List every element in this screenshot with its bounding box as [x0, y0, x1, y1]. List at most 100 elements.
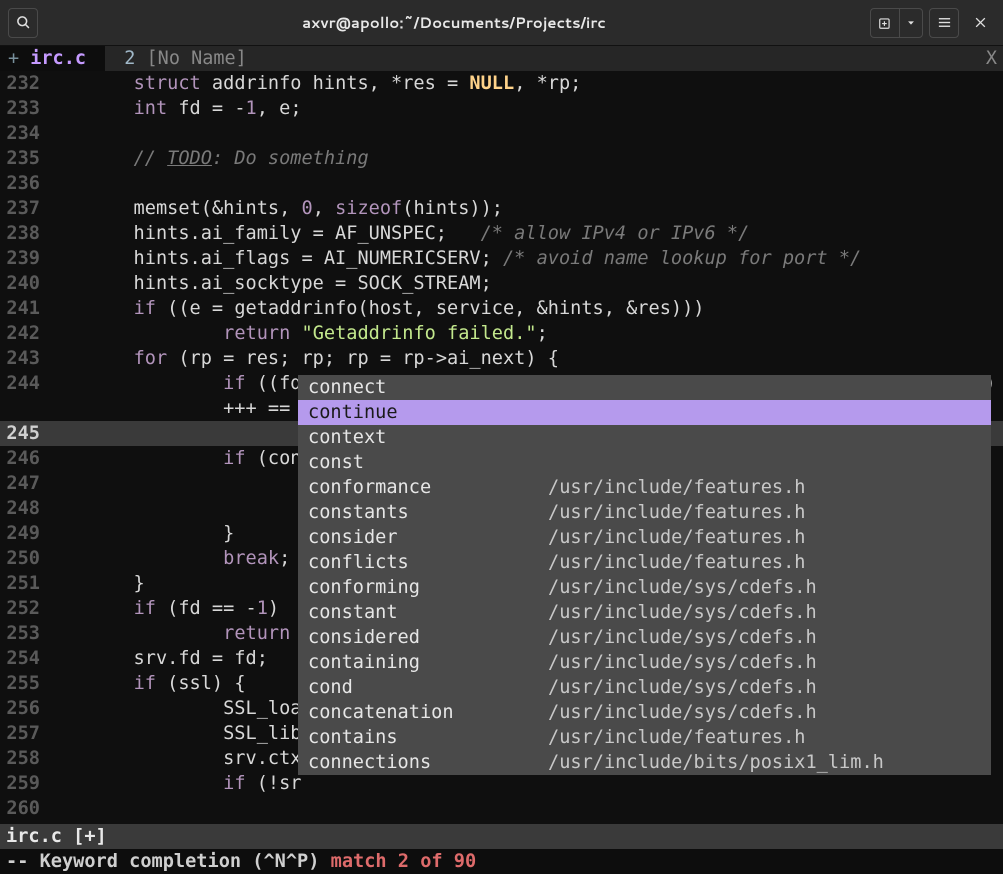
completion-item[interactable]: conformance/usr/include/features.h: [298, 475, 991, 500]
completion-item[interactable]: connections/usr/include/bits/posix1_lim.…: [298, 750, 991, 775]
new-tab-dropdown[interactable]: [899, 8, 923, 38]
menu-button[interactable]: [929, 8, 959, 38]
completion-item[interactable]: constants/usr/include/features.h: [298, 500, 991, 525]
command-line: -- Keyword completion (^N^P) match 2 of …: [0, 849, 1003, 874]
completion-item[interactable]: constant/usr/include/sys/cdefs.h: [298, 600, 991, 625]
code-text: [44, 796, 1003, 821]
completion-word: context: [308, 425, 548, 450]
completion-word: connections: [308, 750, 548, 775]
line-number: 253: [0, 621, 44, 646]
cmdline-mode: -- Keyword completion (^N^P): [6, 851, 331, 872]
line-number: 234: [0, 121, 44, 146]
completion-word: constant: [308, 600, 548, 625]
line-number: [0, 396, 44, 421]
completion-item[interactable]: continue: [298, 400, 991, 425]
line-number: 242: [0, 321, 44, 346]
line-number: 244: [0, 371, 44, 396]
code-text: struct addrinfo hints, *res = NULL, *rp;: [44, 71, 1003, 96]
search-icon: [16, 15, 31, 30]
completion-word: constants: [308, 500, 548, 525]
completion-file: /usr/include/features.h: [548, 725, 805, 750]
code-line: 242 return "Getaddrinfo failed.";: [0, 321, 1003, 346]
tab-active[interactable]: + irc.c: [0, 46, 105, 71]
code-line: 240 hints.ai_socktype = SOCK_STREAM;: [0, 271, 1003, 296]
tab-inactive-name: [No Name]: [147, 48, 247, 69]
completion-item[interactable]: considered/usr/include/sys/cdefs.h: [298, 625, 991, 650]
completion-word: contains: [308, 725, 548, 750]
close-icon: [974, 16, 987, 29]
code-line: 243 for (rp = res; rp; rp = rp->ai_next)…: [0, 346, 1003, 371]
line-number: 257: [0, 721, 44, 746]
code-line: 232 struct addrinfo hints, *res = NULL, …: [0, 71, 1003, 96]
code-line: 238 hints.ai_family = AF_UNSPEC; /* allo…: [0, 221, 1003, 246]
code-line: 239 hints.ai_flags = AI_NUMERICSERV; /* …: [0, 246, 1003, 271]
completion-item[interactable]: cond/usr/include/sys/cdefs.h: [298, 675, 991, 700]
new-tab-button[interactable]: [870, 8, 900, 38]
tab-active-name: irc.c: [30, 48, 86, 69]
line-number: 241: [0, 296, 44, 321]
code-text: // TODO: Do something: [44, 146, 1003, 171]
completion-item[interactable]: contains/usr/include/features.h: [298, 725, 991, 750]
new-tab-split: [870, 8, 923, 38]
code-line: 236: [0, 171, 1003, 196]
window-title: axvr@apollo:~/Documents/Projects/irc: [46, 12, 862, 33]
completion-item[interactable]: conforming/usr/include/sys/cdefs.h: [298, 575, 991, 600]
search-button[interactable]: [8, 8, 38, 38]
tabline-close[interactable]: X: [986, 46, 1003, 71]
completion-word: consider: [308, 525, 548, 550]
completion-word: concatenation: [308, 700, 548, 725]
completion-item[interactable]: concatenation/usr/include/sys/cdefs.h: [298, 700, 991, 725]
code-text: hints.ai_family = AF_UNSPEC; /* allow IP…: [44, 221, 1003, 246]
completion-word: cond: [308, 675, 548, 700]
code-text: for (rp = res; rp; rp = rp->ai_next) {: [44, 346, 1003, 371]
completion-word: containing: [308, 650, 548, 675]
completion-file: /usr/include/sys/cdefs.h: [548, 700, 817, 725]
completion-file: /usr/include/features.h: [548, 500, 805, 525]
tab-modified-marker: +: [8, 48, 19, 69]
code-text: if ((e = getaddrinfo(host, service, &hin…: [44, 296, 1003, 321]
code-line: 237 memset(&hints, 0, sizeof(hints));: [0, 196, 1003, 221]
completion-file: /usr/include/sys/cdefs.h: [548, 650, 817, 675]
line-number: 252: [0, 596, 44, 621]
line-number: 248: [0, 496, 44, 521]
code-line: 260: [0, 796, 1003, 821]
line-number: 259: [0, 771, 44, 796]
line-number: 243: [0, 346, 44, 371]
line-number: 251: [0, 571, 44, 596]
line-number: 246: [0, 446, 44, 471]
code-line: 233 int fd = -1, e;: [0, 96, 1003, 121]
chevron-down-icon: [906, 18, 916, 28]
code-line: 235 // TODO: Do something: [0, 146, 1003, 171]
line-number: 250: [0, 546, 44, 571]
vim-tabline: + irc.c 2 [No Name] X: [0, 46, 1003, 71]
completion-file: /usr/include/sys/cdefs.h: [548, 675, 817, 700]
line-number: 256: [0, 696, 44, 721]
line-number: 236: [0, 171, 44, 196]
close-button[interactable]: [965, 8, 995, 38]
completion-item[interactable]: connect: [298, 375, 991, 400]
completion-item[interactable]: consider/usr/include/features.h: [298, 525, 991, 550]
completion-file: /usr/include/sys/cdefs.h: [548, 600, 817, 625]
line-number: 260: [0, 796, 44, 821]
line-number: 240: [0, 271, 44, 296]
code-text: [44, 121, 1003, 146]
line-number: 238: [0, 221, 44, 246]
code-text: return "Getaddrinfo failed.";: [44, 321, 1003, 346]
completion-word: continue: [308, 400, 548, 425]
code-line: 234: [0, 121, 1003, 146]
completion-item[interactable]: conflicts/usr/include/features.h: [298, 550, 991, 575]
completion-item[interactable]: containing/usr/include/sys/cdefs.h: [298, 650, 991, 675]
line-number: 249: [0, 521, 44, 546]
code-text: hints.ai_flags = AI_NUMERICSERV; /* avoi…: [44, 246, 1003, 271]
line-number: 245: [0, 421, 44, 446]
code-text: hints.ai_socktype = SOCK_STREAM;: [44, 271, 1003, 296]
completion-file: /usr/include/features.h: [548, 475, 805, 500]
new-tab-icon: [878, 16, 892, 30]
completion-popup[interactable]: connectcontinuecontextconstconformance/u…: [298, 375, 991, 775]
completion-item[interactable]: const: [298, 450, 991, 475]
completion-item[interactable]: context: [298, 425, 991, 450]
tab-inactive[interactable]: 2 [No Name]: [105, 46, 255, 71]
cmdline-match: match 2 of 90: [331, 851, 477, 872]
completion-file: /usr/include/sys/cdefs.h: [548, 625, 817, 650]
tab-id: 2: [124, 48, 135, 69]
